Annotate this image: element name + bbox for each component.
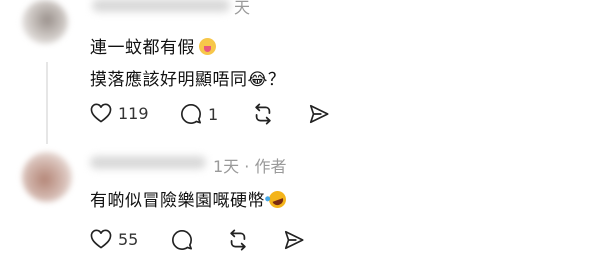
like-count: 119: [118, 103, 149, 123]
avatar[interactable]: [22, 152, 72, 202]
repost-icon: [255, 103, 271, 125]
username-blurred[interactable]: [90, 156, 206, 169]
like-button[interactable]: 55: [90, 229, 138, 249]
comment-thread: 天 連一蚊都有假 摸落應該好明顯唔同😂？ 119 1 1天 · 作者 有啲似冒險…: [0, 0, 600, 273]
reply-count: 1: [208, 104, 219, 124]
comment-timestamp-author: 1天 · 作者: [213, 157, 287, 176]
comment-text-line: 連一蚊都有假: [90, 33, 216, 58]
share-button[interactable]: [307, 103, 331, 125]
heart-icon: [90, 229, 112, 249]
comment-text-line: 有啲似冒險樂園嘅硬幣: [90, 186, 289, 211]
like-count: 55: [118, 229, 139, 249]
avatar[interactable]: [22, 0, 68, 44]
share-button[interactable]: [282, 229, 306, 251]
username-blurred[interactable]: [92, 0, 230, 12]
comment-text: 有啲似冒險樂園嘅硬幣: [90, 191, 265, 211]
comment-bubble-icon: [172, 230, 192, 250]
repost-icon: [230, 229, 246, 251]
like-button[interactable]: 119: [90, 103, 149, 123]
comment-timestamp: 天: [234, 0, 251, 17]
thread-connector-line: [46, 62, 48, 144]
send-icon: [284, 230, 304, 250]
comment-text-line: 摸落應該好明顯唔同😂？: [90, 70, 286, 90]
reply-button[interactable]: 1: [180, 103, 218, 125]
heart-icon: [90, 103, 112, 123]
drooling-face-icon: [199, 38, 216, 55]
rolling-laughing-face-icon: [266, 188, 289, 211]
repost-button[interactable]: [226, 229, 250, 251]
repost-button[interactable]: [251, 103, 275, 125]
reply-button[interactable]: [171, 229, 193, 251]
send-icon: [309, 104, 329, 124]
comment-text: 連一蚊都有假: [90, 38, 195, 58]
comment-bubble-icon: [181, 104, 201, 124]
